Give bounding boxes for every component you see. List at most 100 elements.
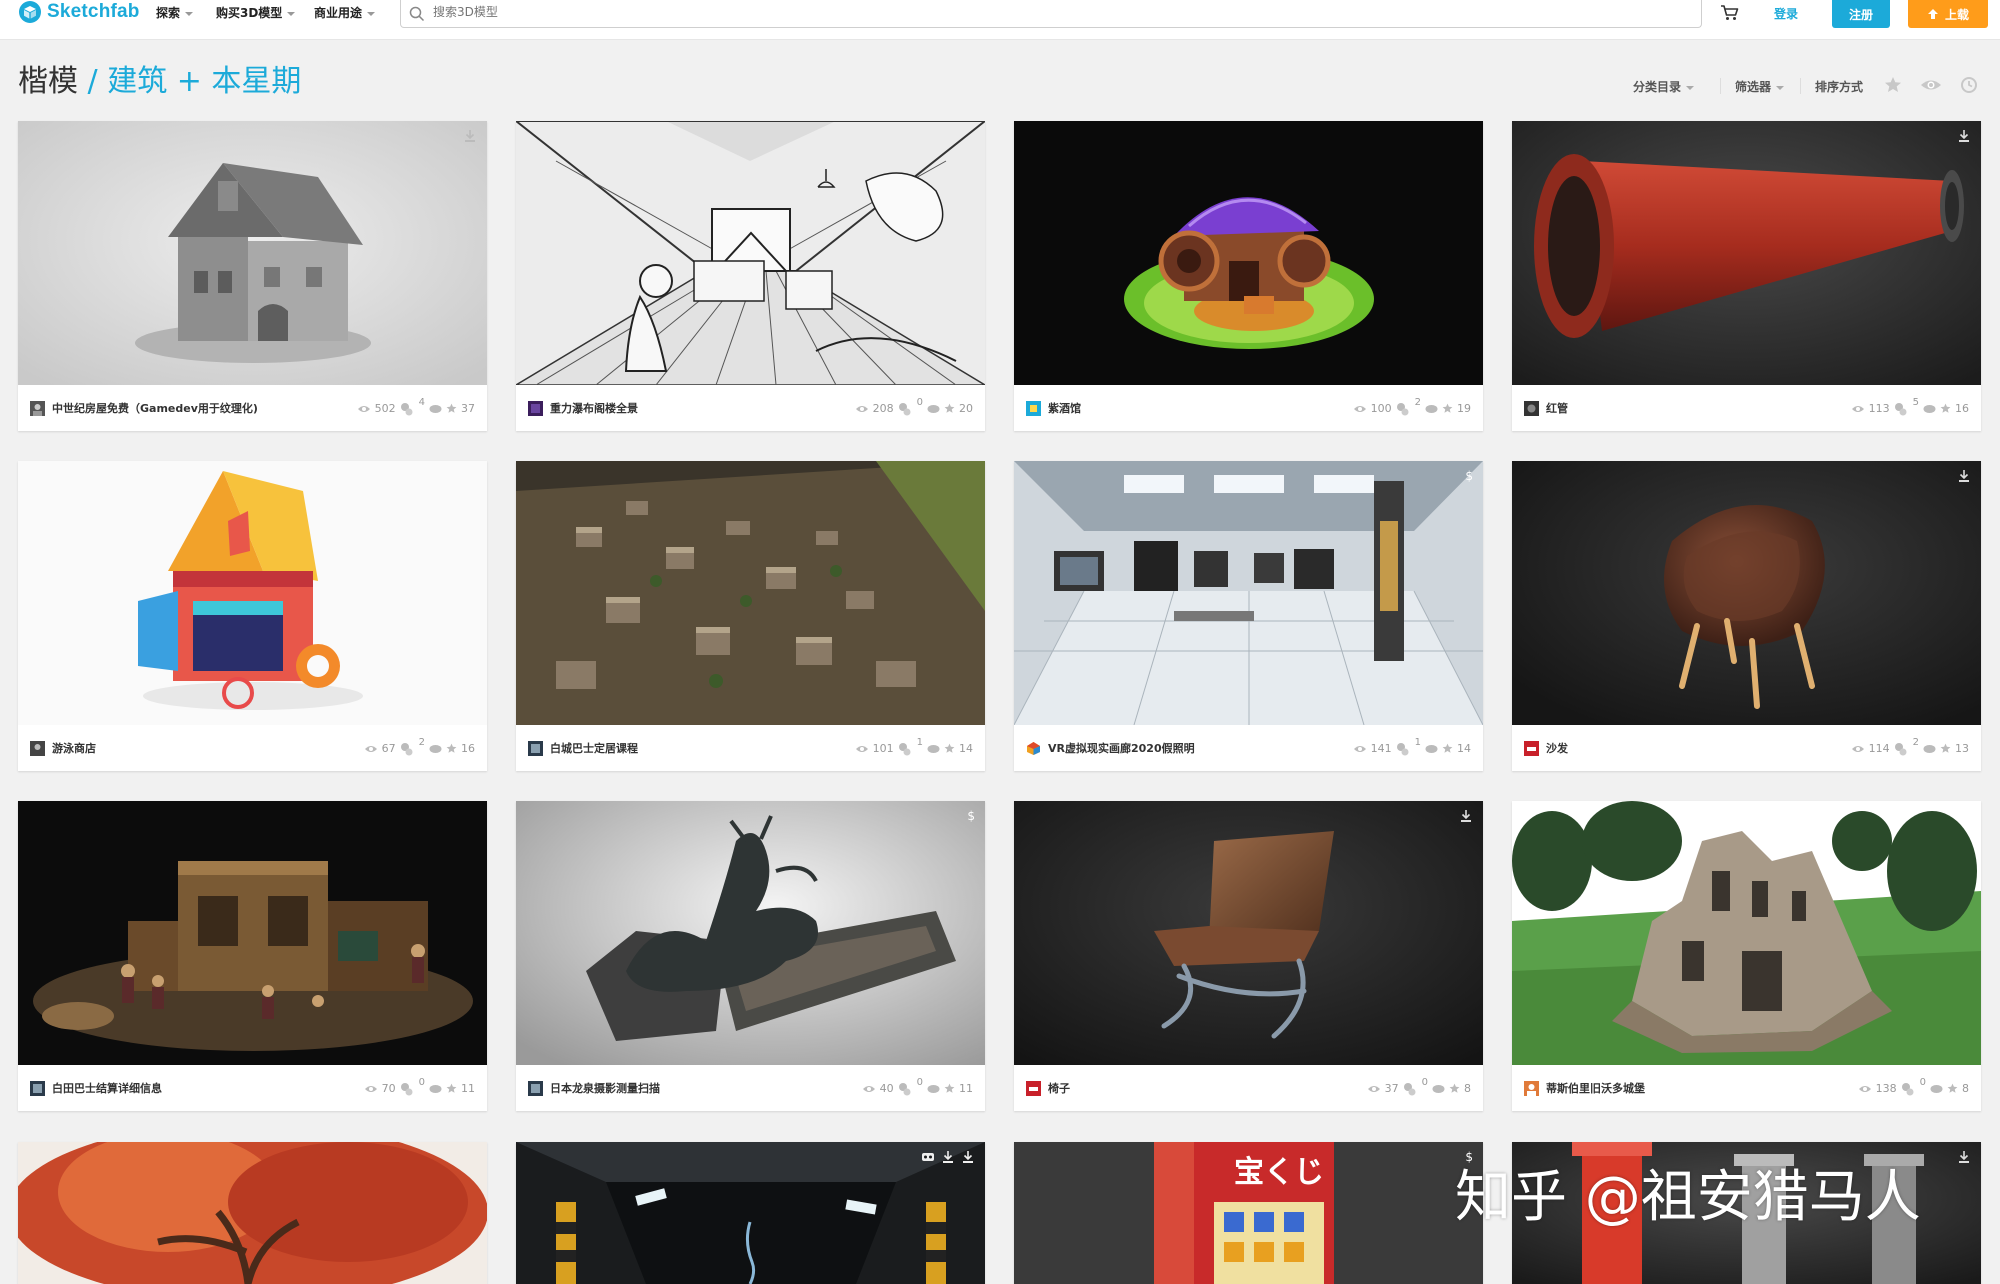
avatar[interactable]: [528, 741, 543, 756]
download-icon[interactable]: [463, 129, 477, 143]
model-name[interactable]: VR虚拟现实画廊2020假照明: [1048, 741, 1195, 756]
avatar[interactable]: [528, 401, 543, 416]
model-thumbnail[interactable]: [516, 1142, 985, 1284]
model-name[interactable]: 日本龙泉摄影测量扫描: [550, 1081, 660, 1096]
sort-by-recent[interactable]: [1960, 76, 1978, 98]
model-thumbnail[interactable]: $: [1014, 461, 1483, 725]
model-card[interactable]: 紫酒馆 100 2 19: [1014, 121, 1483, 431]
leather-armchair-thumbnail: [1512, 461, 1981, 725]
avatar[interactable]: [1026, 401, 1041, 416]
download-icon[interactable]: [1957, 129, 1971, 143]
login-link[interactable]: 登录: [1774, 5, 1798, 22]
download-icon[interactable]: [941, 1150, 955, 1164]
eye-icon: [357, 405, 370, 412]
model-name[interactable]: 中世纪房屋免费（Gamedev用于纹理化): [52, 401, 258, 416]
avatar[interactable]: [30, 1081, 45, 1096]
sketchfab-logo[interactable]: Sketchfab: [18, 0, 140, 24]
model-thumbnail[interactable]: [18, 461, 487, 725]
model-stats: 502 4 37: [357, 397, 475, 416]
download-icon[interactable]: [1459, 809, 1473, 823]
search-box[interactable]: [400, 0, 1702, 28]
model-thumbnail[interactable]: 宝くじ $: [1014, 1142, 1483, 1284]
download-icon[interactable]: [1957, 809, 1971, 823]
model-thumbnail[interactable]: [516, 461, 985, 725]
like-count: 37: [461, 402, 475, 415]
model-name[interactable]: 沙发: [1546, 741, 1568, 756]
model-thumbnail[interactable]: [18, 121, 487, 385]
register-button[interactable]: 注册: [1832, 0, 1890, 28]
model-card[interactable]: 红管 113 5 16: [1512, 121, 1981, 431]
avatar[interactable]: [30, 401, 45, 416]
search-input[interactable]: [431, 4, 1035, 20]
model-name[interactable]: 蒂斯伯里旧沃多城堡: [1546, 1081, 1645, 1096]
model-stats: 113 5 16: [1851, 397, 1969, 416]
category-dropdown[interactable]: 分类目录: [1633, 78, 1695, 95]
download-icon[interactable]: [1957, 1150, 1971, 1164]
model-card[interactable]: 白城巴士定居课程 101 1 14: [516, 461, 985, 771]
model-name[interactable]: 重力瀑布阁楼全景: [550, 401, 638, 416]
avatar[interactable]: [528, 1081, 543, 1096]
model-thumbnail[interactable]: [1014, 121, 1483, 385]
nav-explore[interactable]: 探索: [156, 4, 194, 21]
model-card[interactable]: 宝くじ $: [1014, 1142, 1483, 1284]
model-card[interactable]: $ 日本龙泉摄影测量扫描 40 0 11: [516, 801, 985, 1111]
download-icon[interactable]: [961, 1150, 975, 1164]
model-thumbnail[interactable]: [18, 801, 487, 1065]
comments-icon: [1396, 402, 1409, 415]
view-count: 100: [1370, 402, 1392, 415]
price-badge[interactable]: $: [967, 809, 975, 823]
model-name[interactable]: 紫酒馆: [1048, 401, 1081, 416]
model-card[interactable]: [18, 1142, 487, 1284]
vr-icon[interactable]: [921, 1150, 935, 1164]
model-name[interactable]: 白城巴士定居课程: [550, 741, 638, 756]
model-card[interactable]: 蒂斯伯里旧沃多城堡 138 0 8: [1512, 801, 1981, 1111]
model-thumbnail[interactable]: $: [516, 801, 985, 1065]
title-models[interactable]: 楷模: [18, 64, 78, 99]
nav-buy-3d-models[interactable]: 购买3D模型: [216, 4, 296, 21]
comments-icon: [400, 1082, 413, 1095]
filter-dropdown[interactable]: 筛选器: [1735, 78, 1785, 95]
comments-icon: [1894, 742, 1907, 755]
model-card[interactable]: 游泳商店 67 2 16: [18, 461, 487, 771]
eye-icon: [1851, 405, 1864, 412]
avatar[interactable]: [30, 741, 45, 756]
model-thumbnail[interactable]: [516, 121, 985, 385]
model-card[interactable]: 椅子 37 0 8: [1014, 801, 1483, 1111]
avatar[interactable]: [1026, 741, 1041, 756]
model-name[interactable]: 白田巴士结算详细信息: [52, 1081, 162, 1096]
star-icon: [446, 403, 457, 413]
model-thumbnail[interactable]: [1014, 801, 1483, 1065]
model-thumbnail[interactable]: [1512, 461, 1981, 725]
price-badge[interactable]: $: [1465, 1150, 1473, 1164]
like-count: 13: [1955, 742, 1969, 755]
nav-business[interactable]: 商业用途: [314, 4, 376, 21]
model-stats: 100 2 19: [1353, 397, 1471, 416]
sort-by-views[interactable]: [1920, 76, 1942, 98]
model-card[interactable]: 中世纪房屋免费（Gamedev用于纹理化) 502 4 37: [18, 121, 487, 431]
cart-button[interactable]: [1720, 4, 1740, 26]
avatar[interactable]: [1026, 1081, 1041, 1096]
download-icon[interactable]: [1957, 469, 1971, 483]
model-card[interactable]: 沙发 114 2 13: [1512, 461, 1981, 771]
avatar[interactable]: [1524, 1081, 1539, 1096]
model-name[interactable]: 红管: [1546, 401, 1568, 416]
avatar[interactable]: [1524, 401, 1539, 416]
chair-thumbnail: [1014, 801, 1483, 1065]
model-card[interactable]: [516, 1142, 985, 1284]
model-thumbnail[interactable]: [1512, 801, 1981, 1065]
model-thumbnail[interactable]: [18, 1142, 487, 1284]
autumn-tree-thumbnail: [18, 1142, 487, 1284]
title-category-link[interactable]: 建筑 + 本星期: [107, 64, 301, 99]
sort-by-likes[interactable]: [1884, 76, 1902, 98]
model-card[interactable]: 重力瀑布阁楼全景 208 0 20: [516, 121, 985, 431]
comment-count: 0: [418, 1077, 425, 1088]
model-card[interactable]: 白田巴士结算详细信息 70 0 11: [18, 801, 487, 1111]
avatar[interactable]: [1524, 741, 1539, 756]
model-name[interactable]: 游泳商店: [52, 741, 96, 756]
model-card[interactable]: $ VR虚拟现实画廊2020假照明 141 1 14: [1014, 461, 1483, 771]
upload-button[interactable]: 上载: [1908, 0, 1988, 28]
model-name[interactable]: 椅子: [1048, 1081, 1070, 1096]
card-meta: VR虚拟现实画廊2020假照明 141 1 14: [1014, 725, 1483, 771]
price-badge[interactable]: $: [1465, 469, 1473, 483]
model-thumbnail[interactable]: [1512, 121, 1981, 385]
